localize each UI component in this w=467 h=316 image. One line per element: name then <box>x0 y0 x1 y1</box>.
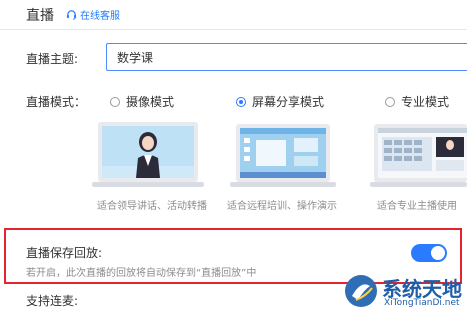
screen-share-mode-caption: 适合远程培训、操作演示 <box>227 201 337 212</box>
online-support-link[interactable]: 在线客服 <box>66 7 120 22</box>
camera-mode-caption: 适合领导讲话、活动转播 <box>97 201 207 212</box>
professional-mode-label: 专业模式 <box>401 95 450 109</box>
topic-label: 直播主题: <box>26 52 79 66</box>
mode-option-camera[interactable]: 摄像模式 <box>110 93 174 110</box>
watermark-logo-icon <box>345 275 377 307</box>
mode-label: 直播模式： <box>26 95 87 109</box>
professional-mode-caption: 适合专业主播使用 <box>377 201 457 212</box>
mic-label: 支持连麦: <box>26 294 79 308</box>
headset-icon <box>66 10 77 20</box>
watermark-subtitle: XiTongTianDi.net <box>384 298 460 308</box>
page-title: 直播 <box>26 7 54 24</box>
camera-mode-label: 摄像模式 <box>126 95 175 109</box>
camera-mode-illustration[interactable] <box>92 120 204 190</box>
mode-option-screen-share[interactable]: 屏幕分享模式 <box>236 93 324 110</box>
screen-share-mode-radio[interactable] <box>236 96 246 107</box>
screen-share-mode-label: 屏幕分享模式 <box>252 95 325 109</box>
save-playback-description: 若开启，此次直播的回放将自动保存到“直播回放”中 <box>26 268 257 279</box>
professional-mode-radio[interactable] <box>385 96 395 107</box>
professional-mode-illustration[interactable] <box>370 122 467 190</box>
mode-option-professional[interactable]: 专业模式 <box>385 93 449 110</box>
online-support-label: 在线客服 <box>80 11 120 22</box>
topic-input-value: 数学课 <box>117 50 154 65</box>
save-playback-toggle[interactable] <box>411 244 447 262</box>
toggle-knob <box>431 246 445 260</box>
camera-mode-radio[interactable] <box>110 96 120 107</box>
screen-share-mode-illustration[interactable] <box>230 122 336 190</box>
topic-input[interactable]: 数学课 <box>106 43 467 71</box>
header-bar: 直播 在线客服 <box>0 0 467 30</box>
watermark: 系统天地 XiTongTianDi.net <box>344 270 464 314</box>
save-playback-label: 直播保存回放: <box>26 246 103 260</box>
